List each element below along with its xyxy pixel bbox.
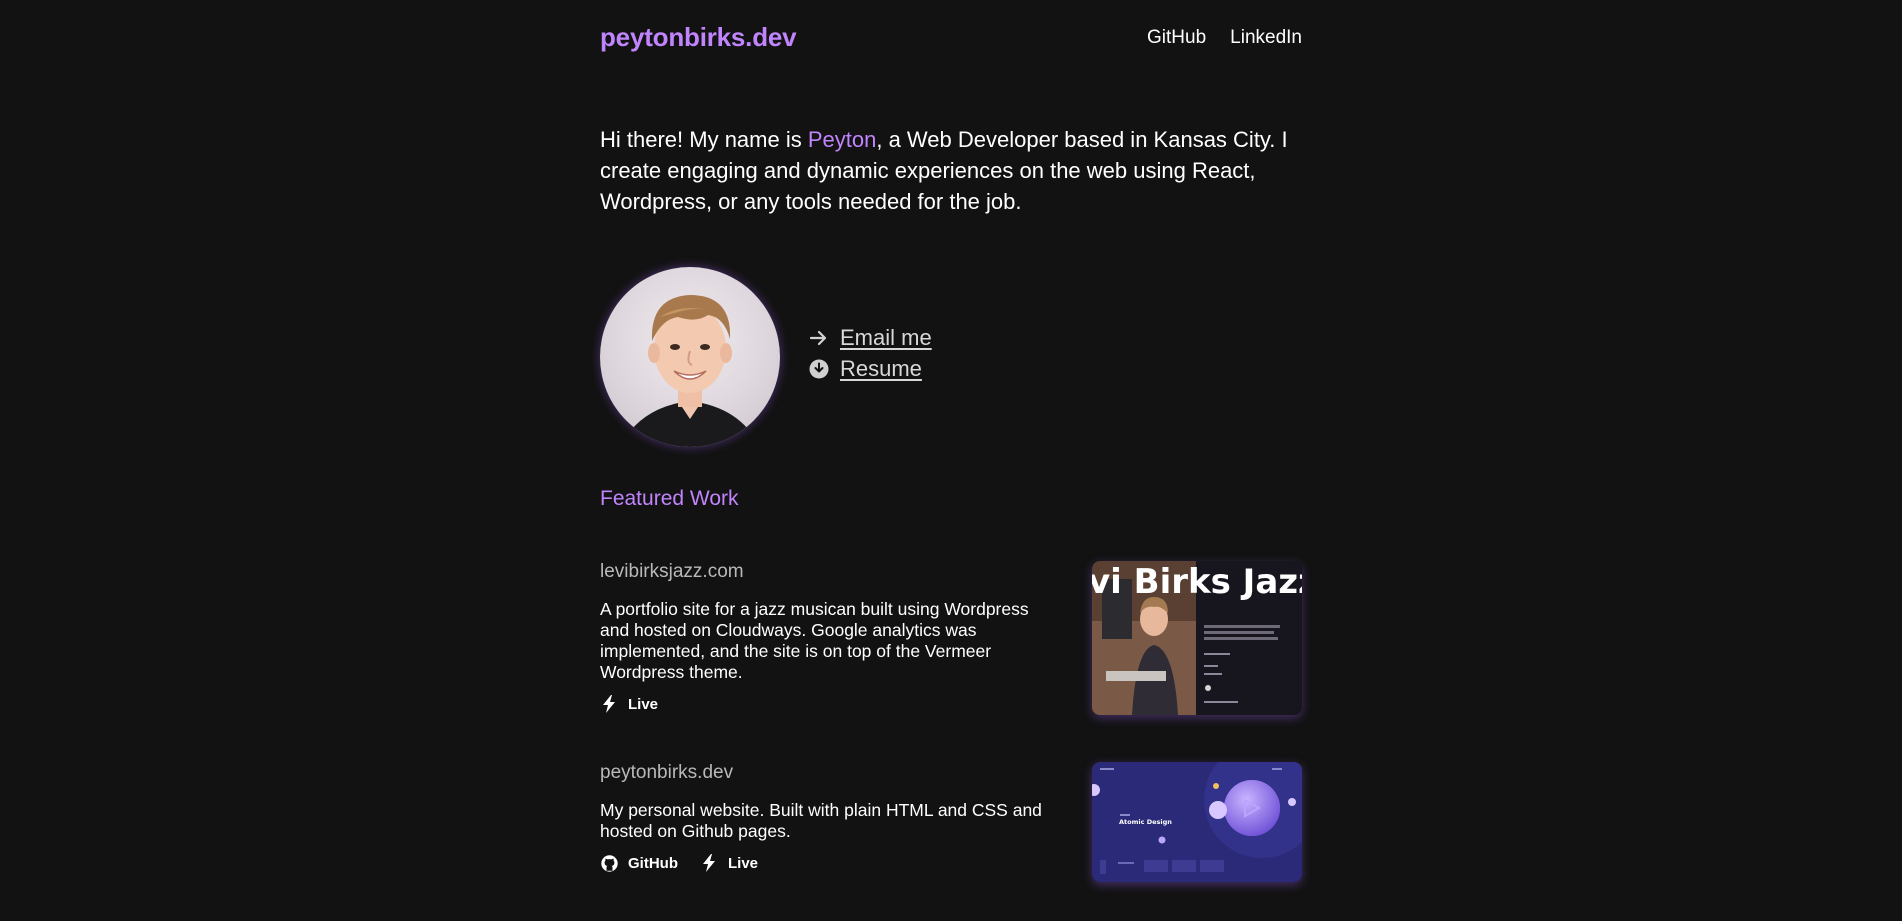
project-title: peytonbirks.dev: [600, 762, 734, 783]
project-live-link[interactable]: Live: [600, 695, 658, 713]
site-logo[interactable]: peytonbirks.dev: [600, 22, 797, 53]
project-live-link[interactable]: Live: [700, 854, 758, 872]
project-title: levibirksjazz.com: [600, 561, 744, 582]
project-thumbnail[interactable]: vi Birks Jazz: [1092, 561, 1302, 715]
project-github-label: GitHub: [628, 854, 678, 872]
main-container: peytonbirks.dev GitHub LinkedIn Hi there…: [600, 0, 1302, 882]
bolt-icon: [600, 695, 618, 713]
thumbnail-headline: Atomic Design: [1119, 818, 1172, 826]
resume-row: Resume: [808, 353, 932, 384]
project-github-link[interactable]: GitHub: [600, 854, 678, 872]
bolt-icon: [700, 854, 718, 872]
project-thumbnail[interactable]: Atomic Design: [1092, 762, 1302, 882]
project-links: Live: [600, 695, 658, 713]
project-links: GitHub Live: [600, 854, 758, 872]
email-link[interactable]: Email me: [840, 325, 932, 351]
resume-link[interactable]: Resume: [840, 356, 922, 382]
contact-links: Email me Resume: [808, 322, 932, 384]
project-card: levibirksjazz.com A portfolio site for a…: [600, 561, 1302, 721]
nav-link-linkedin[interactable]: LinkedIn: [1230, 27, 1302, 49]
site-header: peytonbirks.dev GitHub LinkedIn: [600, 0, 1302, 80]
intro-before: Hi there! My name is: [600, 127, 808, 152]
top-nav: GitHub LinkedIn: [1147, 27, 1302, 49]
featured-work-heading: Featured Work: [600, 487, 739, 510]
project-card: peytonbirks.dev My personal website. Bui…: [600, 762, 1302, 892]
project-live-label: Live: [728, 854, 759, 872]
page: peytonbirks.dev GitHub LinkedIn Hi there…: [0, 0, 1902, 921]
portrait-image: [620, 295, 760, 447]
github-icon: [600, 854, 618, 872]
thumbnail-headline: vi Birks Jazz: [1092, 562, 1302, 602]
avatar: [600, 267, 780, 447]
email-row: Email me: [808, 322, 932, 353]
arrow-right-icon: [808, 327, 830, 349]
intro-name: Peyton: [807, 127, 877, 152]
nav-link-github[interactable]: GitHub: [1147, 27, 1206, 49]
project-description: My personal website. Built with plain HT…: [600, 800, 1042, 841]
project-live-label: Live: [628, 695, 659, 713]
intro-text: Hi there! My name is Peyton, a Web Devel…: [600, 124, 1302, 217]
download-circle-icon: [808, 358, 830, 380]
project-description: A portfolio site for a jazz musican buil…: [600, 599, 1029, 682]
